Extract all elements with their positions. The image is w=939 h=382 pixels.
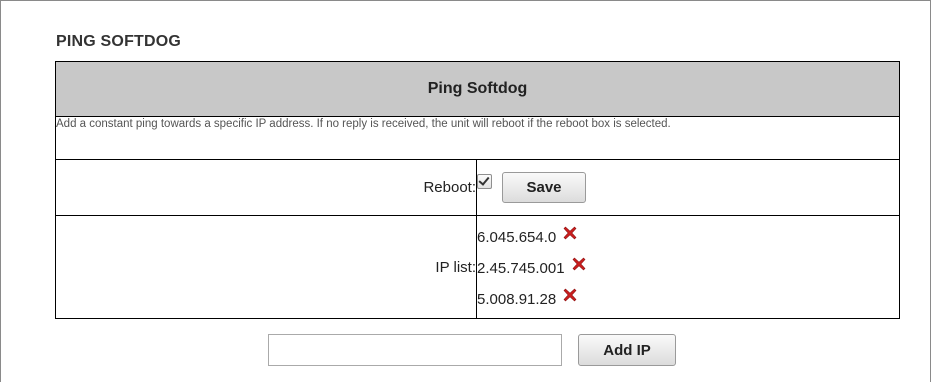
- ip-list-item: 6.045.654.0: [477, 225, 899, 249]
- remove-icon[interactable]: [561, 286, 579, 304]
- ip-address: 2.45.745.001: [477, 259, 565, 277]
- save-button[interactable]: Save: [502, 172, 586, 203]
- reboot-controls: Save: [476, 159, 900, 216]
- table-header: Ping Softdog: [55, 61, 900, 117]
- add-ip-row: Add IP: [0, 333, 939, 369]
- reboot-checkbox[interactable]: [477, 174, 492, 189]
- page-title: PING SOFTDOG: [56, 33, 182, 50]
- add-ip-button[interactable]: Add IP: [578, 334, 676, 366]
- ip-list-cell: 6.045.654.0 2.45.745.001 5.008.91.28: [476, 215, 900, 319]
- table-description: Add a constant ping towards a specific I…: [55, 116, 900, 160]
- ip-list-item: 2.45.745.001: [477, 256, 899, 280]
- ip-list-label: IP list:: [55, 215, 477, 319]
- remove-icon[interactable]: [570, 255, 588, 273]
- remove-icon[interactable]: [561, 224, 579, 242]
- ip-address: 5.008.91.28: [477, 290, 557, 308]
- ip-list-item: 5.008.91.28: [477, 287, 899, 311]
- ip-list: 6.045.654.0 2.45.745.001 5.008.91.28: [477, 223, 899, 311]
- ip-input[interactable]: [268, 334, 562, 366]
- reboot-label: Reboot:: [55, 159, 477, 216]
- ip-address: 6.045.654.0: [477, 228, 557, 246]
- ping-softdog-table: Ping Softdog Add a constant ping towards…: [55, 61, 900, 319]
